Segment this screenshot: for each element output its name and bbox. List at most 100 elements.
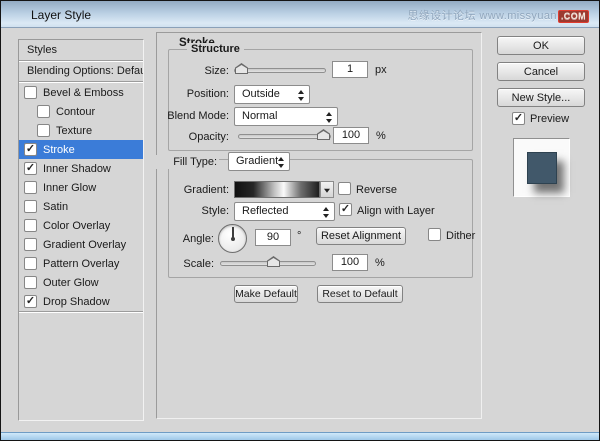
- sidebar-item-label: Inner Glow: [43, 182, 96, 194]
- style-checkbox[interactable]: ✓: [24, 143, 37, 156]
- sidebar-item-drop-shadow[interactable]: ✓ Drop Shadow: [19, 292, 143, 311]
- align-with-layer-checkbox[interactable]: ✓: [339, 203, 352, 216]
- make-default-button[interactable]: Make Default: [234, 285, 298, 303]
- size-unit: px: [375, 64, 387, 76]
- sidebar-item-label: Drop Shadow: [43, 296, 110, 308]
- sidebar-item-label: Color Overlay: [43, 220, 110, 232]
- styles-sidebar: Styles Blending Options: Default Bevel &…: [18, 39, 144, 421]
- sidebar-item-bevel-emboss[interactable]: Bevel & Emboss: [19, 83, 143, 102]
- blend-mode-value: Normal: [242, 110, 277, 122]
- style-label: Style:: [159, 205, 229, 217]
- structure-group-label: Structure: [187, 43, 244, 55]
- fill-type-label: Fill Type:: [149, 155, 219, 169]
- style-checkbox[interactable]: [24, 238, 37, 251]
- chevron-up-down-icon: [296, 89, 305, 102]
- reverse-checkbox[interactable]: [338, 182, 351, 195]
- style-checkbox[interactable]: [24, 257, 37, 270]
- sidebar-item-gradient-overlay[interactable]: Gradient Overlay: [19, 235, 143, 254]
- scale-label: Scale:: [144, 258, 214, 270]
- sidebar-item-label: Gradient Overlay: [43, 239, 126, 251]
- ok-button[interactable]: OK: [497, 36, 585, 55]
- watermark-site: 思缘设计论坛: [407, 10, 475, 22]
- sidebar-item-label: Stroke: [43, 144, 75, 156]
- scale-unit: %: [375, 257, 385, 269]
- watermark: 思缘设计论坛 www.missyuan.COM: [407, 7, 589, 23]
- dither-checkbox[interactable]: [428, 228, 441, 241]
- gradient-label: Gradient:: [159, 184, 229, 196]
- position-select[interactable]: Outside: [234, 85, 310, 104]
- size-label: Size:: [159, 65, 229, 77]
- fill-type-select[interactable]: Gradient: [228, 152, 290, 171]
- angle-label: Angle:: [144, 233, 214, 245]
- sidebar-item-blending-options[interactable]: Blending Options: Default: [19, 61, 143, 82]
- window-frame-bottom: [1, 432, 599, 440]
- angle-center-dot: [231, 237, 235, 241]
- preview-label: Preview: [530, 113, 569, 125]
- watermark-badge: .COM: [558, 10, 589, 23]
- style-checkbox[interactable]: [24, 219, 37, 232]
- dither-label: Dither: [446, 230, 475, 242]
- reset-alignment-button[interactable]: Reset Alignment: [316, 227, 406, 245]
- sidebar-item-outer-glow[interactable]: Outer Glow: [19, 273, 143, 292]
- layer-style-dialog: Layer Style 思缘设计论坛 www.missyuan.COM Styl…: [0, 0, 600, 441]
- style-checkbox[interactable]: [37, 105, 50, 118]
- style-checkbox[interactable]: [24, 86, 37, 99]
- style-checkbox[interactable]: [24, 181, 37, 194]
- style-checkbox[interactable]: [37, 124, 50, 137]
- dialog-title: Layer Style: [31, 8, 91, 22]
- style-checkbox[interactable]: ✓: [24, 295, 37, 308]
- fill-type-value: Gradient: [236, 155, 278, 167]
- style-value: Reflected: [242, 205, 288, 217]
- scale-input[interactable]: 100: [332, 254, 368, 271]
- sidebar-item-satin[interactable]: Satin: [19, 197, 143, 216]
- sidebar-item-label: Inner Shadow: [43, 163, 111, 175]
- gradient-swatch[interactable]: [234, 181, 320, 198]
- size-slider-thumb[interactable]: [235, 63, 248, 74]
- align-with-layer-label: Align with Layer: [357, 205, 435, 217]
- new-style-button[interactable]: New Style...: [497, 88, 585, 107]
- sidebar-item-label: Satin: [43, 201, 68, 213]
- angle-dial[interactable]: [218, 224, 247, 253]
- sidebar-item-stroke[interactable]: ✓ Stroke: [19, 140, 143, 159]
- sidebar-item-label: Texture: [56, 125, 92, 137]
- preview-checkbox[interactable]: ✓: [512, 112, 525, 125]
- opacity-label: Opacity:: [159, 131, 229, 143]
- sidebar-item-label: Outer Glow: [43, 277, 99, 289]
- sidebar-item-inner-shadow[interactable]: ✓ Inner Shadow: [19, 159, 143, 178]
- reverse-label: Reverse: [356, 184, 397, 196]
- sidebar-item-color-overlay[interactable]: Color Overlay: [19, 216, 143, 235]
- sidebar-item-pattern-overlay[interactable]: Pattern Overlay: [19, 254, 143, 273]
- sidebar-item-label: Bevel & Emboss: [43, 87, 124, 99]
- sidebar-item-texture[interactable]: Texture: [19, 121, 143, 140]
- style-select[interactable]: Reflected: [234, 202, 335, 221]
- opacity-slider-thumb[interactable]: [317, 129, 330, 140]
- preview-thumbnail: [513, 138, 570, 197]
- angle-input[interactable]: 90: [255, 229, 291, 246]
- opacity-input[interactable]: 100: [333, 127, 369, 144]
- style-checkbox[interactable]: ✓: [24, 162, 37, 175]
- watermark-url: www.missyuan: [479, 10, 557, 22]
- sidebar-item-contour[interactable]: Contour: [19, 102, 143, 121]
- styles-header: Styles: [19, 40, 143, 61]
- chevron-up-down-icon: [324, 111, 333, 124]
- chevron-up-down-icon: [276, 156, 285, 169]
- blend-mode-label: Blend Mode:: [149, 110, 229, 122]
- style-checkbox[interactable]: [24, 276, 37, 289]
- sidebar-item-inner-glow[interactable]: Inner Glow: [19, 178, 143, 197]
- title-bar[interactable]: Layer Style 思缘设计论坛 www.missyuan.COM: [1, 1, 599, 28]
- gradient-picker-arrow[interactable]: [320, 181, 334, 198]
- opacity-unit: %: [376, 130, 386, 142]
- angle-unit: °: [297, 230, 301, 242]
- scale-slider-thumb[interactable]: [267, 256, 280, 267]
- styles-list: Bevel & Emboss Contour Texture ✓ Stroke ✓ Inne…: [19, 82, 143, 312]
- blend-mode-select[interactable]: Normal: [234, 107, 338, 126]
- size-input[interactable]: 1: [332, 61, 368, 78]
- reset-to-default-button[interactable]: Reset to Default: [317, 285, 403, 303]
- sidebar-item-label: Pattern Overlay: [43, 258, 119, 270]
- cancel-button[interactable]: Cancel: [497, 62, 585, 81]
- sidebar-item-label: Contour: [56, 106, 95, 118]
- position-label: Position:: [159, 88, 229, 100]
- style-checkbox[interactable]: [24, 200, 37, 213]
- preview-shape: [527, 152, 557, 184]
- position-value: Outside: [242, 88, 280, 100]
